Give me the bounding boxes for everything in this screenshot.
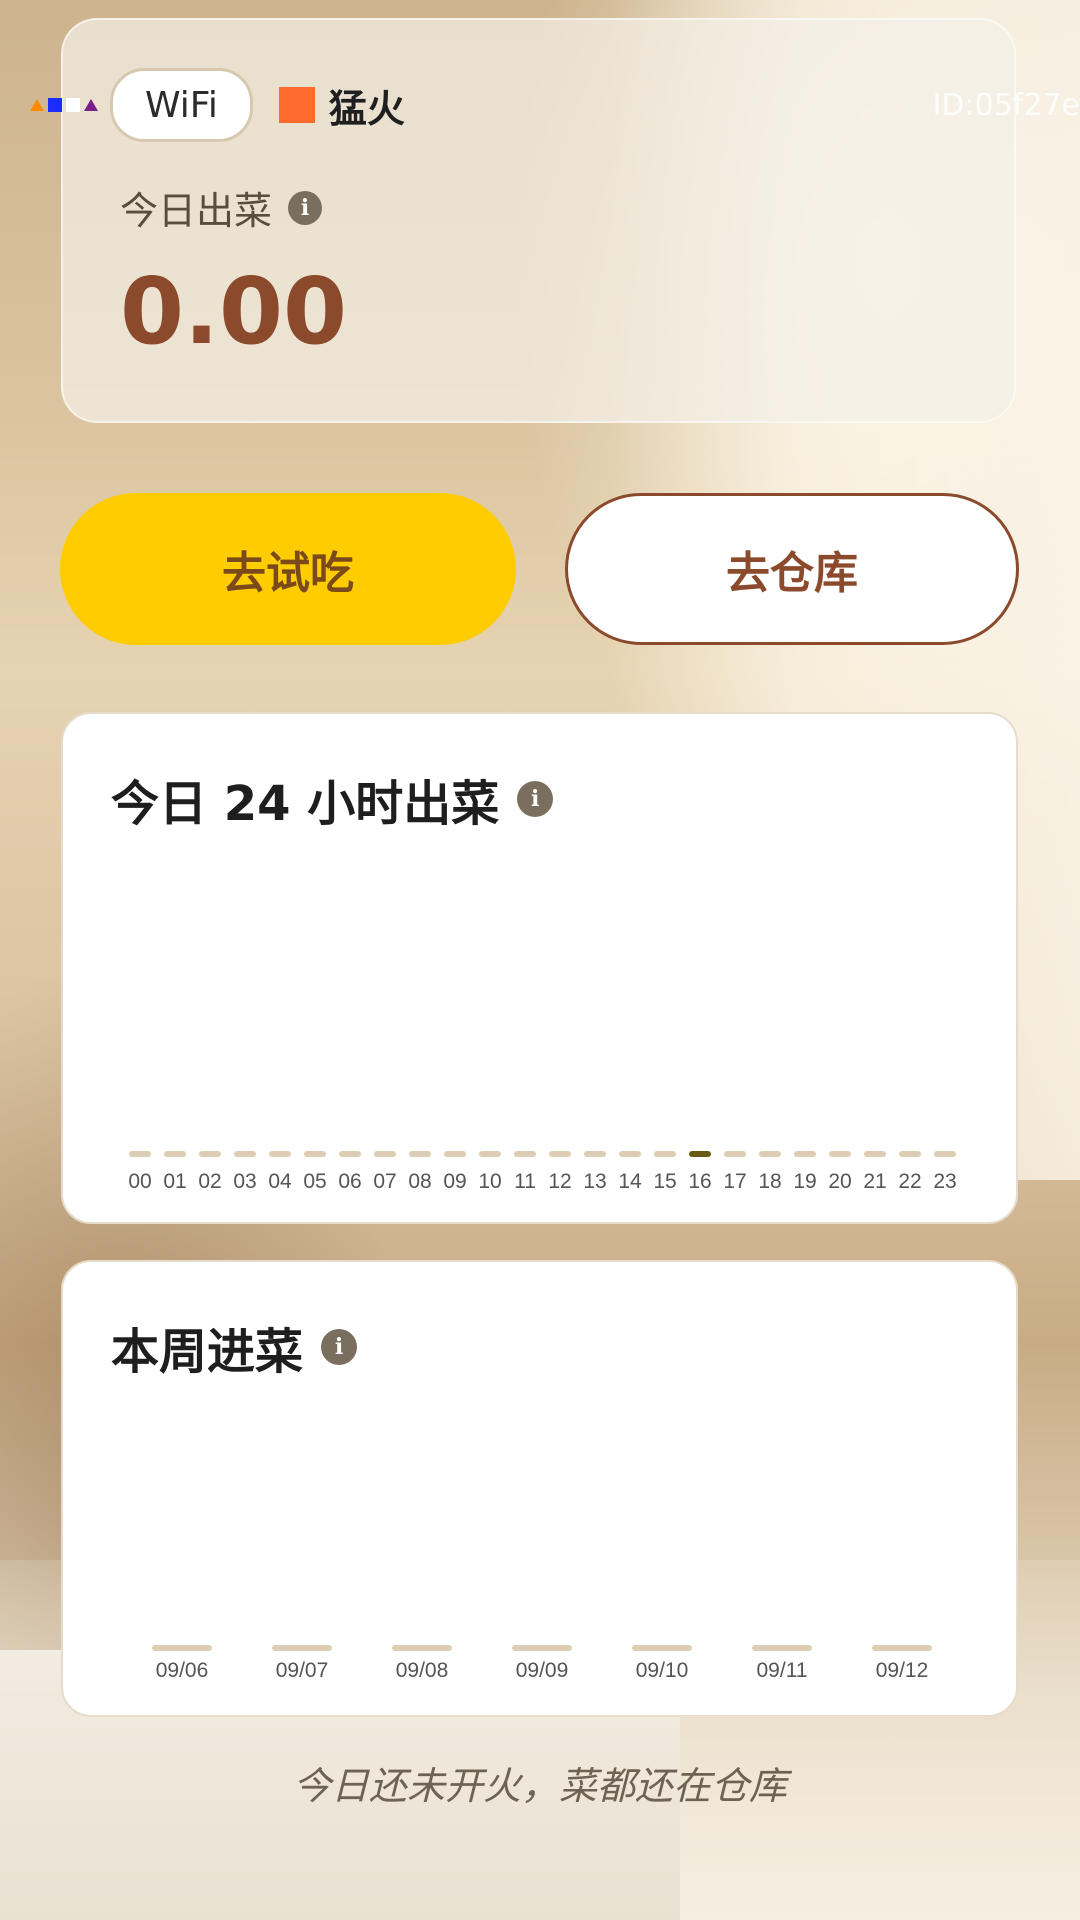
bar-06: [339, 1151, 361, 1157]
fire-level-label: 猛火: [328, 86, 405, 131]
weekly-intake-panel: 本周进菜 i 09/06 09/07 09/08 09/09 09/10 09/11 09/…: [61, 1260, 1018, 1717]
bar-18: [759, 1151, 781, 1157]
hourly-bar-chart: 00 01 02 03 04 05 06 07 08 09 10 11 12 13 14 15 16 17 18 19…: [128, 1151, 957, 1193]
x-tick-label: 14: [618, 1170, 642, 1193]
x-tick-label: 05: [303, 1170, 326, 1193]
bar-09: [444, 1151, 466, 1157]
x-tick-label: 03: [233, 1170, 256, 1193]
x-tick-label: 01: [163, 1170, 186, 1193]
bar-22: [899, 1151, 921, 1157]
x-tick-label: 09/06: [156, 1659, 209, 1682]
hourly-output-panel: 今日 24 小时出菜 i 00 01 02 03 04 05 06 07 08 09 10 11 12 1…: [61, 712, 1018, 1224]
x-tick-label: 09/07: [276, 1659, 329, 1682]
signal-square-icon: [48, 98, 62, 112]
x-tick-label: 09/09: [516, 1659, 569, 1682]
bar-01: [164, 1151, 186, 1157]
info-icon[interactable]: i: [288, 190, 323, 225]
bar-08: [409, 1151, 431, 1157]
x-tick-label: 18: [758, 1170, 781, 1193]
today-output-label: 今日出菜: [120, 189, 273, 233]
bar-09/07: [272, 1645, 332, 1651]
bar-14: [619, 1151, 641, 1157]
fire-level-indicator: [278, 87, 315, 123]
bar-02: [199, 1151, 221, 1157]
bar-13: [584, 1151, 606, 1157]
x-tick-label: 06: [338, 1170, 361, 1193]
bar-09/08: [392, 1645, 452, 1651]
x-tick-label: 02: [198, 1170, 221, 1193]
x-tick-label: 08: [408, 1170, 431, 1193]
x-tick-label: 09/10: [636, 1659, 689, 1682]
x-tick-label: 16: [688, 1170, 711, 1193]
x-tick-label: 09: [443, 1170, 466, 1193]
bar-10: [479, 1151, 501, 1157]
x-tick-label: 17: [723, 1170, 746, 1193]
wifi-status-pill[interactable]: WiFi: [110, 68, 253, 142]
today-output-value: 0.00: [120, 258, 347, 365]
go-tasting-button[interactable]: 去试吃: [60, 493, 516, 645]
signal-triangle-purple-icon: [84, 99, 98, 111]
x-tick-label: 10: [478, 1170, 501, 1193]
x-tick-label: 23: [933, 1170, 956, 1193]
bar-23: [934, 1151, 956, 1157]
bar-09/12: [872, 1645, 932, 1651]
bar-07: [374, 1151, 396, 1157]
bar-09/09: [512, 1645, 572, 1651]
go-warehouse-button[interactable]: 去仓库: [565, 493, 1019, 645]
x-tick-label: 12: [548, 1170, 571, 1193]
bar-09/11: [752, 1645, 812, 1651]
signal-square-white-icon: [66, 98, 80, 112]
x-tick-label: 07: [373, 1170, 396, 1193]
x-tick-label: 21: [863, 1170, 886, 1193]
x-tick-label: 20: [828, 1170, 851, 1193]
bar-17: [724, 1151, 746, 1157]
bar-16: [689, 1151, 711, 1157]
x-tick-label: 09/08: [396, 1659, 449, 1682]
status-footer-note: 今日还未开火，菜都还在仓库: [292, 1764, 787, 1808]
x-tick-label: 04: [268, 1170, 292, 1193]
x-tick-label: 19: [793, 1170, 816, 1193]
bar-00: [129, 1151, 151, 1157]
x-tick-label: 11: [514, 1170, 536, 1193]
weekly-bar-chart: 09/06 09/07 09/08 09/09 09/10 09/11 09/12: [152, 1645, 932, 1682]
x-tick-label: 09/11: [757, 1659, 808, 1682]
status-row: WiFi 猛火 ID:05f27e: [30, 68, 1080, 142]
bar-19: [794, 1151, 816, 1157]
bar-15: [654, 1151, 676, 1157]
bar-20: [829, 1151, 851, 1157]
x-tick-label: 15: [653, 1170, 676, 1193]
today-output-label-row: 今日出菜 i: [120, 180, 323, 235]
bar-11: [514, 1151, 536, 1157]
x-tick-label: 09/12: [876, 1659, 929, 1682]
x-tick-label: 13: [583, 1170, 606, 1193]
device-id: ID:05f27e: [932, 87, 1080, 123]
bar-09/06: [152, 1645, 212, 1651]
bar-21: [864, 1151, 886, 1157]
x-tick-label: 22: [898, 1170, 921, 1193]
bar-03: [234, 1151, 256, 1157]
bar-12: [549, 1151, 571, 1157]
bar-04: [269, 1151, 291, 1157]
bar-05: [304, 1151, 326, 1157]
x-tick-label: 00: [128, 1170, 151, 1193]
signal-triangle-icon: [30, 99, 44, 111]
bar-09/10: [632, 1645, 692, 1651]
